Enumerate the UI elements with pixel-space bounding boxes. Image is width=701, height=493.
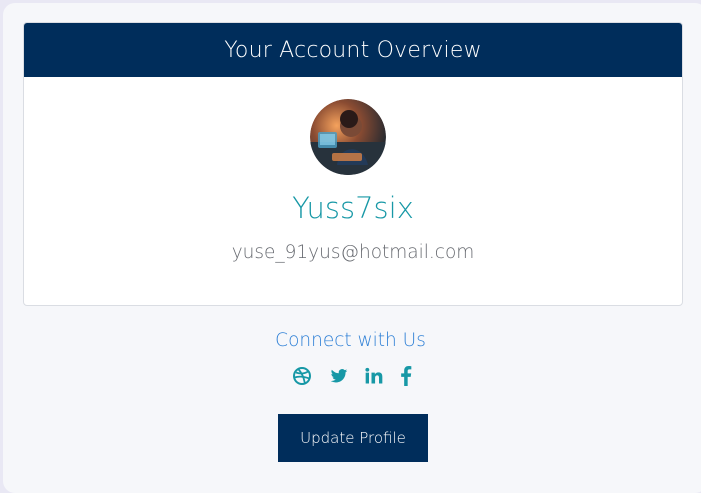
connect-with-us-heading: Connect with Us: [275, 330, 426, 351]
user-email: yuse_91yus@hotmail.com: [231, 242, 475, 263]
facebook-icon[interactable]: [395, 365, 417, 387]
card-header: Your Account Overview: [24, 23, 682, 77]
dribbble-icon[interactable]: [291, 365, 313, 387]
card-title: Your Account Overview: [224, 37, 482, 63]
social-links: [291, 365, 415, 387]
twitter-icon[interactable]: [328, 365, 350, 387]
username: Yuss7six: [292, 191, 414, 225]
account-overview-card: Your Account Overview Yuss7six yuse_91yu…: [23, 22, 683, 306]
update-profile-button[interactable]: Update Profile: [278, 414, 428, 462]
linkedin-icon[interactable]: [363, 365, 385, 387]
avatar: [310, 99, 386, 175]
